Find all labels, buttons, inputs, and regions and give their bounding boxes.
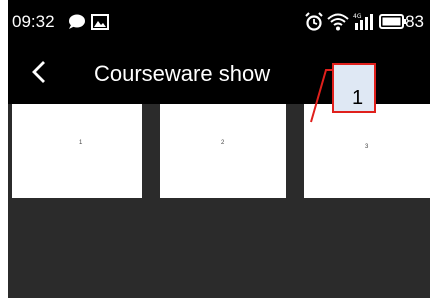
status-bar: 09:32 4G 83: [8, 0, 430, 44]
thumbnail-page-number: 2: [221, 140, 225, 146]
courseware-thumbnail-strip: 1 2 3: [8, 104, 430, 200]
annotation-callout: 1: [332, 63, 376, 113]
page-margin-left: [0, 0, 8, 300]
courseware-thumbnail-1[interactable]: 1: [12, 104, 142, 198]
thumbnail-page-number: 3: [365, 144, 369, 150]
status-time: 09:32: [12, 12, 55, 31]
chat-bubble-icon: [69, 14, 85, 29]
wifi-icon: [327, 13, 349, 31]
annotation-number: 1: [352, 87, 364, 109]
battery-icon: [379, 14, 406, 29]
alarm-icon: [305, 12, 323, 31]
chevron-left-icon: [32, 61, 45, 83]
courseware-thumbnail-3[interactable]: 3: [304, 104, 430, 198]
signal-icon: 4G: [353, 13, 373, 30]
phone-screen: 09:32 4G 83 Courseware show 1 2 3: [8, 0, 430, 300]
svg-text:4G: 4G: [353, 13, 362, 20]
back-button[interactable]: [26, 54, 56, 90]
page-title: Courseware show: [94, 61, 271, 86]
courseware-thumbnail-2[interactable]: 2: [160, 104, 286, 198]
battery-percent: 83: [405, 12, 424, 31]
image-icon: [91, 14, 109, 30]
thumbnail-page-number: 1: [79, 140, 83, 146]
